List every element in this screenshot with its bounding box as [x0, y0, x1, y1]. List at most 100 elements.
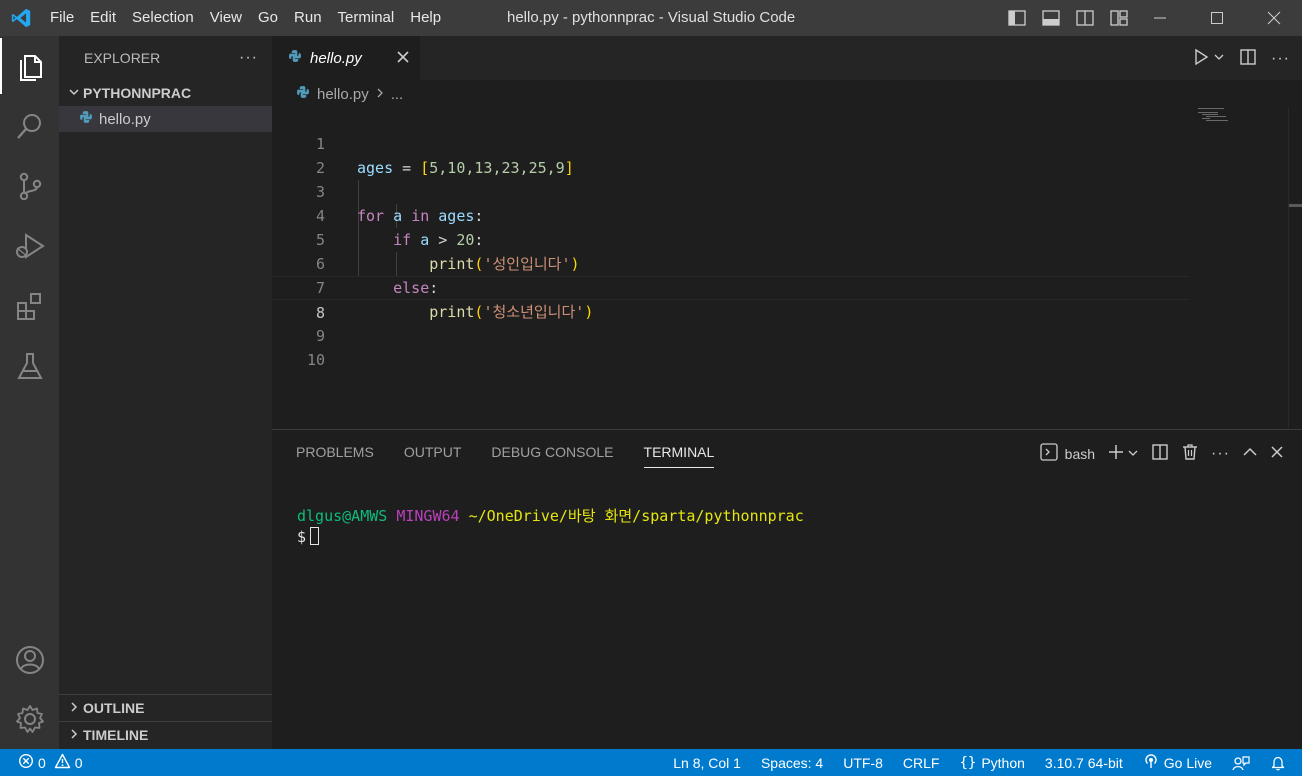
- tab-debug-console[interactable]: DEBUG CONSOLE: [491, 430, 613, 474]
- tab-output[interactable]: OUTPUT: [404, 430, 462, 474]
- tab-terminal[interactable]: TERMINAL: [643, 430, 714, 474]
- code-line: 6 else:: [272, 228, 1190, 297]
- file-encoding[interactable]: UTF-8: [843, 755, 883, 771]
- split-editor-icon[interactable]: [1239, 48, 1257, 69]
- breadcrumb-file[interactable]: hello.py: [317, 86, 369, 103]
- tab-label: hello.py: [310, 49, 362, 67]
- editor-tab-bar: hello.py ···: [272, 36, 1302, 80]
- extensions-icon[interactable]: [0, 278, 59, 334]
- language-mode[interactable]: {} Python: [959, 755, 1024, 771]
- terminal-user: dlgus@AMWS: [297, 507, 388, 525]
- explorer-title: EXPLORER: [84, 50, 161, 66]
- code-line: 4 if a > 20:: [272, 180, 1190, 249]
- more-panel-actions-icon[interactable]: ···: [1211, 445, 1230, 463]
- source-control-icon[interactable]: [0, 158, 59, 214]
- close-tab-icon[interactable]: [396, 48, 410, 69]
- maximize-panel-chevron-up-icon[interactable]: [1242, 444, 1258, 463]
- split-terminal-icon[interactable]: [1151, 443, 1169, 464]
- layout-controls: [1006, 8, 1130, 28]
- file-hello-py[interactable]: hello.py: [59, 106, 272, 132]
- scrollbar-cursor-marker: [1289, 204, 1302, 207]
- terminal-path: ~/OneDrive/바탕 화면/sparta/pythonnprac: [468, 507, 804, 525]
- python-interpreter[interactable]: 3.10.7 64-bit: [1045, 755, 1123, 771]
- menu-edit[interactable]: Edit: [82, 0, 124, 36]
- tab-hello-py[interactable]: hello.py: [272, 36, 420, 80]
- terminal-shell-icon[interactable]: [1039, 442, 1059, 465]
- terminal-cursor: [310, 527, 320, 545]
- more-actions-icon[interactable]: ···: [239, 49, 258, 67]
- customize-layout-icon[interactable]: [1108, 8, 1130, 28]
- menu-go[interactable]: Go: [250, 0, 286, 36]
- notifications-bell-icon[interactable]: [1270, 755, 1286, 771]
- go-live-button[interactable]: Go Live: [1143, 753, 1212, 772]
- menu-terminal[interactable]: Terminal: [330, 0, 403, 36]
- menu-selection[interactable]: Selection: [124, 0, 202, 36]
- menu-view[interactable]: View: [202, 0, 250, 36]
- testing-icon[interactable]: [0, 338, 59, 394]
- toggle-panel-icon[interactable]: [1040, 8, 1062, 28]
- menu-file[interactable]: File: [42, 0, 82, 36]
- outline-section[interactable]: OUTLINE: [59, 694, 272, 721]
- menu-run[interactable]: Run: [286, 0, 330, 36]
- panel-actions: bash ···: [1039, 442, 1284, 465]
- files-icon[interactable]: [0, 38, 59, 94]
- activity-bar: [0, 36, 59, 749]
- breadcrumb-symbols[interactable]: ...: [391, 86, 404, 103]
- terminal-output[interactable]: dlgus@AMWS MINGW64 ~/OneDrive/바탕 화면/spar…: [297, 506, 804, 548]
- chevron-right-icon: [65, 728, 83, 743]
- title-bar: File Edit Selection View Go Run Terminal…: [0, 0, 1302, 36]
- window-title: hello.py - pythonnprac - Visual Studio C…: [507, 9, 796, 26]
- kill-terminal-trash-icon[interactable]: [1181, 443, 1199, 464]
- code-editor[interactable]: 1 ages = [5,10,13,23,25,9] 2 3 for a in …: [272, 108, 1190, 428]
- problems-status[interactable]: 0 0: [18, 749, 83, 776]
- toggle-secondary-sidebar-icon[interactable]: [1074, 8, 1096, 28]
- timeline-label: TIMELINE: [83, 727, 149, 743]
- account-icon[interactable]: [0, 632, 59, 688]
- folder-pythonnprac[interactable]: PYTHONNPRAC: [59, 80, 272, 106]
- vertical-scrollbar[interactable]: [1288, 108, 1302, 428]
- maximize-icon[interactable]: [1188, 0, 1245, 36]
- terminal-dropdown-chevron-icon[interactable]: [1127, 446, 1139, 462]
- search-icon[interactable]: [0, 98, 59, 154]
- python-file-icon: [296, 85, 310, 103]
- close-panel-icon[interactable]: [1270, 445, 1284, 462]
- menu-bar: File Edit Selection View Go Run Terminal…: [42, 0, 449, 36]
- python-file-icon: [79, 110, 93, 128]
- status-bar: 0 0 Ln 8, Col 1 Spaces: 4 UTF-8 CRLF {} …: [0, 749, 1302, 776]
- run-debug-icon[interactable]: [0, 218, 59, 274]
- tab-problems[interactable]: PROBLEMS: [296, 430, 374, 474]
- toggle-primary-sidebar-icon[interactable]: [1006, 8, 1028, 28]
- status-right: Ln 8, Col 1 Spaces: 4 UTF-8 CRLF {} Pyth…: [673, 749, 1286, 776]
- cursor-position[interactable]: Ln 8, Col 1: [673, 755, 741, 771]
- more-editor-actions-icon[interactable]: ···: [1271, 50, 1290, 68]
- feedback-icon[interactable]: [1232, 755, 1250, 771]
- panel-tabs: PROBLEMS OUTPUT DEBUG CONSOLE TERMINAL: [296, 430, 714, 474]
- chevron-down-icon: [65, 86, 83, 101]
- end-of-line[interactable]: CRLF: [903, 755, 940, 771]
- code-line: 1 ages = [5,10,13,23,25,9]: [272, 108, 1190, 177]
- error-icon: [18, 753, 34, 772]
- minimize-icon[interactable]: [1131, 0, 1188, 36]
- timeline-section[interactable]: TIMELINE: [59, 721, 272, 748]
- broadcast-icon: [1143, 753, 1159, 772]
- file-label: hello.py: [99, 110, 151, 128]
- settings-gear-icon[interactable]: [0, 691, 59, 747]
- code-line: 5 print('성인입니다'): [272, 204, 1190, 273]
- error-count: 0: [38, 754, 46, 771]
- indentation[interactable]: Spaces: 4: [761, 755, 823, 771]
- code-line: 10: [272, 324, 1190, 369]
- minimap[interactable]: [1190, 108, 1288, 428]
- bottom-panel: PROBLEMS OUTPUT DEBUG CONSOLE TERMINAL b…: [272, 429, 1302, 749]
- line-number: 10: [306, 351, 325, 369]
- new-terminal-icon[interactable]: [1107, 443, 1125, 464]
- editor-actions: ···: [1193, 48, 1290, 69]
- run-options-chevron-icon[interactable]: [1213, 51, 1225, 66]
- explorer-sidebar: EXPLORER ··· PYTHONNPRAC hello.py OUTLIN…: [59, 36, 272, 749]
- run-python-file-icon[interactable]: [1193, 48, 1209, 69]
- code-line: 7 print('청소년입니다'): [272, 252, 1190, 321]
- terminal-shell-name[interactable]: bash: [1065, 446, 1095, 462]
- vscode-logo-icon: [0, 0, 42, 36]
- close-window-icon[interactable]: [1245, 0, 1302, 36]
- menu-help[interactable]: Help: [402, 0, 449, 36]
- window-controls: [1131, 0, 1302, 36]
